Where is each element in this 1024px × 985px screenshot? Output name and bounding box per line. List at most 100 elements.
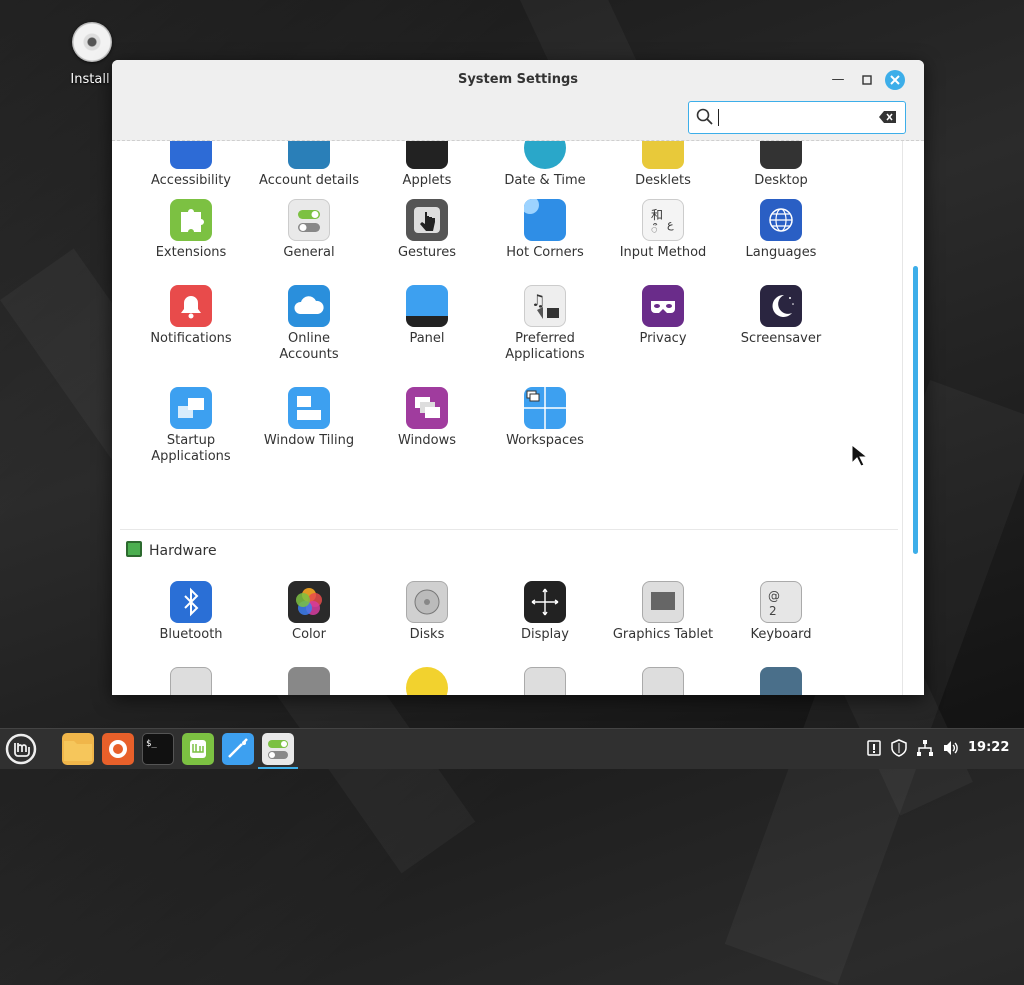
maximize-button[interactable] bbox=[857, 70, 877, 90]
mask-icon bbox=[642, 285, 684, 327]
setting-graphics-tablet[interactable]: Graphics Tablet bbox=[604, 581, 722, 643]
tablet-icon bbox=[642, 581, 684, 623]
svg-text:$_: $_ bbox=[146, 739, 157, 749]
toggles-icon bbox=[268, 740, 288, 759]
setting-applets[interactable]: Applets bbox=[368, 141, 486, 189]
mouse-cursor-icon bbox=[851, 444, 869, 467]
panel-icon bbox=[406, 285, 448, 327]
printer-icon bbox=[524, 667, 566, 695]
setting-general[interactable]: General bbox=[250, 199, 368, 261]
setting-hot-corners[interactable]: Hot Corners bbox=[486, 199, 604, 261]
shield-icon[interactable] bbox=[890, 739, 908, 757]
clear-search-icon[interactable] bbox=[879, 110, 897, 124]
maximize-icon bbox=[862, 75, 872, 85]
firefox-icon bbox=[109, 740, 127, 758]
setting-system-info-partial[interactable] bbox=[722, 667, 840, 695]
setting-notifications[interactable]: Notifications bbox=[132, 285, 250, 347]
close-button[interactable] bbox=[885, 70, 905, 90]
svg-text:@: @ bbox=[768, 589, 780, 603]
display-icon bbox=[524, 581, 566, 623]
applets-icon bbox=[406, 141, 448, 169]
window-title: System Settings bbox=[457, 72, 579, 87]
desklets-icon bbox=[642, 141, 684, 169]
clock[interactable]: 19:22 bbox=[968, 740, 1009, 755]
terminal-launcher[interactable]: $_ bbox=[142, 733, 174, 765]
setting-window-tiling[interactable]: Window Tiling bbox=[250, 387, 368, 449]
gear-icon bbox=[760, 667, 802, 695]
wifi-icon bbox=[288, 667, 330, 695]
setting-privacy[interactable]: Privacy bbox=[604, 285, 722, 347]
setting-input-method[interactable]: 和ऀ ع Input Method bbox=[604, 199, 722, 261]
close-icon bbox=[890, 75, 900, 85]
installer-icon bbox=[228, 738, 248, 758]
setting-keyboard[interactable]: @2 Keyboard bbox=[722, 581, 840, 643]
search-icon bbox=[696, 108, 713, 125]
svg-text:ع: ع bbox=[667, 218, 674, 231]
setting-panel[interactable]: Panel bbox=[368, 285, 486, 347]
setting-languages[interactable]: Languages bbox=[722, 199, 840, 261]
startup-icon bbox=[170, 387, 212, 429]
setting-desklets[interactable]: Desklets bbox=[604, 141, 722, 189]
input-method-icon: 和ऀ ع bbox=[642, 199, 684, 241]
installer-launcher[interactable] bbox=[222, 733, 254, 765]
menu-button[interactable] bbox=[4, 732, 38, 766]
workspaces-icon bbox=[524, 387, 566, 429]
setting-desktop[interactable]: Desktop bbox=[722, 141, 840, 189]
setting-mouse-partial[interactable] bbox=[132, 667, 250, 695]
search-input[interactable] bbox=[718, 109, 719, 126]
setting-windows[interactable]: Windows bbox=[368, 387, 486, 449]
preferred-apps-icon: ♫ bbox=[524, 285, 566, 327]
setting-extensions[interactable]: Extensions bbox=[132, 199, 250, 261]
moon-icon bbox=[760, 285, 802, 327]
toggles-icon bbox=[288, 199, 330, 241]
sound-icon bbox=[642, 667, 684, 695]
bell-icon bbox=[170, 285, 212, 327]
setting-date-time[interactable]: Date & Time bbox=[486, 141, 604, 189]
system-settings-taskbar-button[interactable] bbox=[258, 733, 298, 769]
setting-sound-partial[interactable] bbox=[604, 667, 722, 695]
mouse-icon bbox=[170, 667, 212, 695]
setting-network-partial[interactable] bbox=[250, 667, 368, 695]
setting-bluetooth[interactable]: Bluetooth bbox=[132, 581, 250, 643]
section-hardware-header: Hardware bbox=[126, 541, 217, 559]
scrollbar[interactable] bbox=[902, 141, 924, 695]
titlebar[interactable]: System Settings — bbox=[112, 60, 924, 141]
settings-content[interactable]: Accessibility Account details Applets Da… bbox=[112, 141, 902, 695]
volume-icon[interactable] bbox=[942, 739, 960, 757]
windows-icon bbox=[406, 387, 448, 429]
disk-icon bbox=[406, 581, 448, 623]
setting-online-accounts[interactable]: Online Accounts bbox=[250, 285, 368, 363]
minimize-button[interactable]: — bbox=[828, 70, 848, 90]
setting-accessibility[interactable]: Accessibility bbox=[132, 141, 250, 189]
scrollbar-thumb[interactable] bbox=[913, 266, 918, 554]
setting-account-details[interactable]: Account details bbox=[250, 141, 368, 189]
desktop-icon bbox=[760, 141, 802, 169]
taskbar: $_ 19:22 bbox=[0, 728, 1024, 769]
hot-corners-icon bbox=[524, 199, 566, 241]
setting-gestures[interactable]: Gestures bbox=[368, 199, 486, 261]
setting-preferred-applications[interactable]: ♫ Preferred Applications bbox=[486, 285, 604, 363]
svg-text:2: 2 bbox=[769, 604, 777, 618]
setting-display[interactable]: Display bbox=[486, 581, 604, 643]
network-icon[interactable] bbox=[916, 739, 934, 757]
setting-startup-applications[interactable]: Startup Applications bbox=[132, 387, 250, 465]
setting-workspaces[interactable]: Workspaces bbox=[486, 387, 604, 449]
search-field[interactable] bbox=[688, 101, 906, 134]
terminal-icon: $_ bbox=[146, 739, 157, 749]
account-icon bbox=[288, 141, 330, 169]
notifications-tray-icon[interactable] bbox=[865, 739, 883, 757]
bluetooth-icon bbox=[170, 581, 212, 623]
setting-printers-partial[interactable] bbox=[486, 667, 604, 695]
svg-text:♫: ♫ bbox=[531, 291, 545, 310]
mintinstall-launcher[interactable] bbox=[182, 733, 214, 765]
setting-power-partial[interactable] bbox=[368, 667, 486, 695]
tiling-icon bbox=[288, 387, 330, 429]
svg-text:ऀ: ऀ bbox=[651, 223, 658, 236]
system-settings-window: System Settings — Accessibility Account … bbox=[112, 60, 924, 695]
setting-color[interactable]: Color bbox=[250, 581, 368, 643]
firefox-launcher[interactable] bbox=[102, 733, 134, 765]
disc-icon bbox=[72, 22, 112, 62]
setting-screensaver[interactable]: Screensaver bbox=[722, 285, 840, 347]
files-launcher[interactable] bbox=[62, 733, 94, 765]
setting-disks[interactable]: Disks bbox=[368, 581, 486, 643]
